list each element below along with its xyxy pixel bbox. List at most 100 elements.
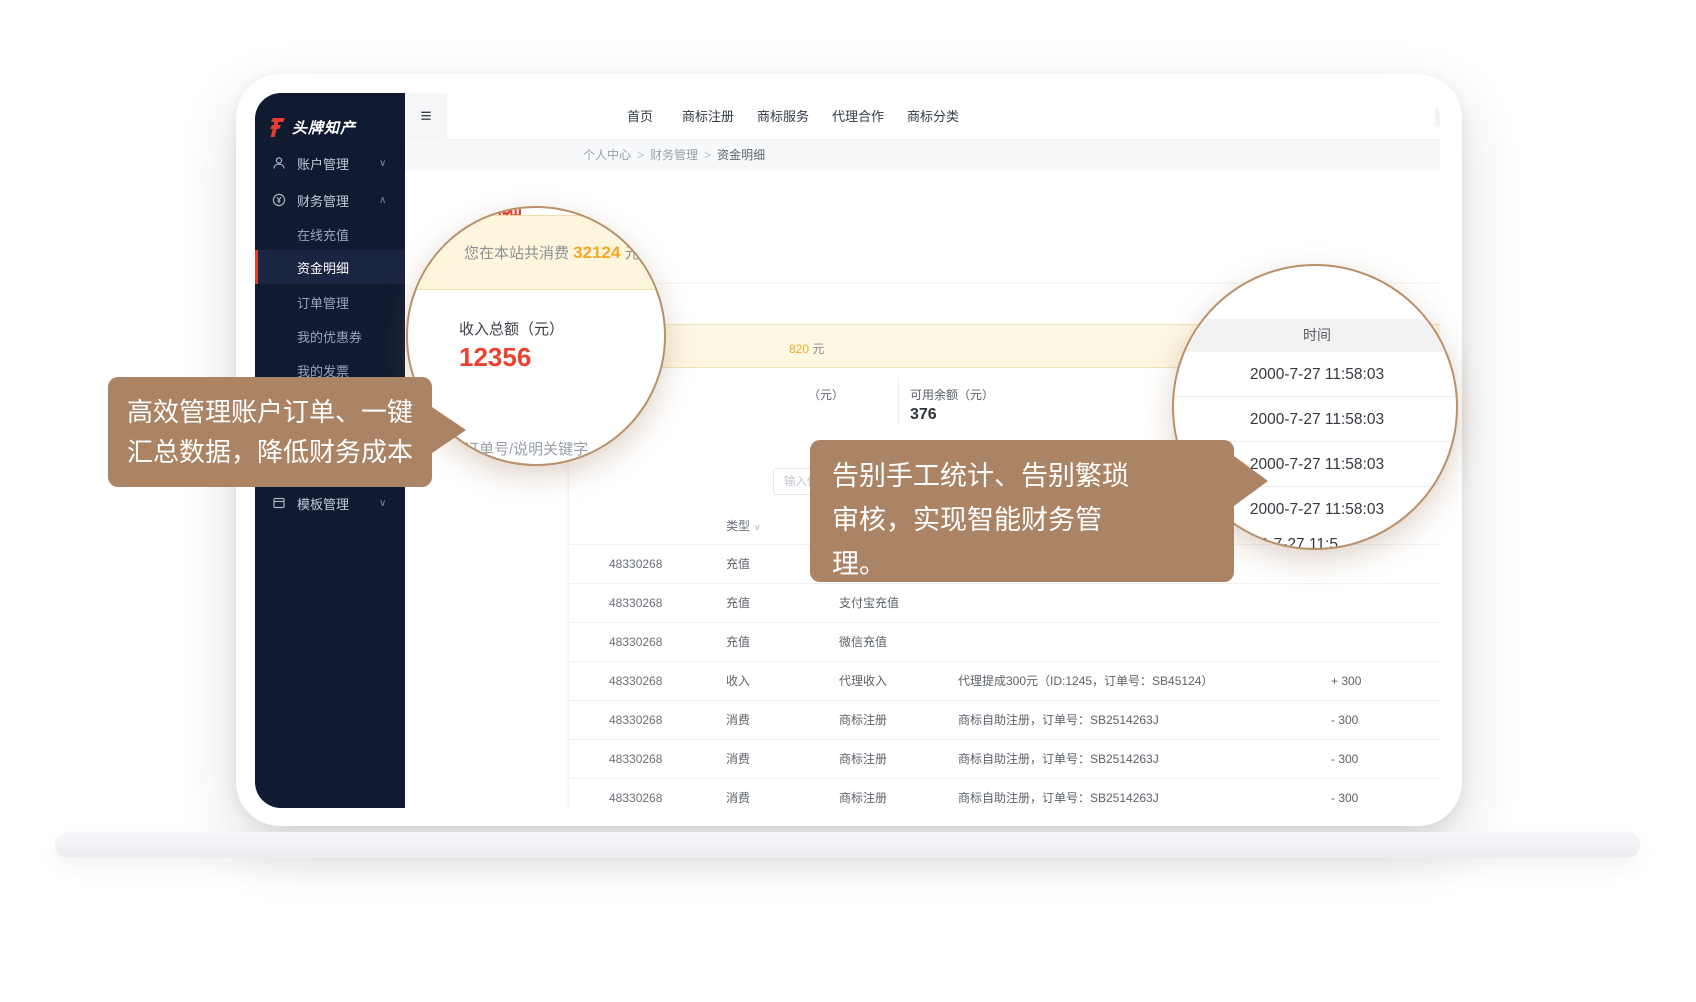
sidebar-item-label: 账户管理: [297, 154, 349, 173]
cell-project: 商标注册: [839, 701, 887, 740]
cell-type: 充值: [726, 623, 750, 662]
callout-arrow-icon: [432, 407, 466, 453]
sort-caret-icon: ∨: [754, 522, 761, 532]
callout-arrow-icon: [1234, 456, 1268, 506]
cell-type: 充值: [726, 584, 750, 623]
nav-link-agent-cooperation[interactable]: 代理合作: [832, 93, 884, 140]
callout-right: 告别手工统计、告别繁琐 审核，实现智能财务管 理。: [810, 440, 1234, 582]
user-icon: [272, 156, 286, 170]
cell-order-number: 48330268: [609, 584, 662, 623]
cell-project: 支付宝充值: [839, 584, 899, 623]
sidebar-item-online-recharge[interactable]: 在线充值: [255, 218, 405, 250]
callout-text-line: 理。: [832, 542, 1212, 586]
cell-amount: + 300: [1331, 662, 1361, 701]
lens-banner-band: 您在本站共消费 32124 元: [406, 215, 666, 290]
cell-project: 代理收入: [839, 662, 887, 701]
nav-link-trademark-services[interactable]: 商标服务: [757, 93, 809, 140]
chevron-down-icon: ∨: [379, 158, 386, 169]
finance-icon: [272, 193, 286, 207]
cell-description: 商标自助注册，订单号：SB2514263J: [958, 779, 1159, 808]
breadcrumb: 个人中心 > 财务管理 > 资金明细: [583, 140, 765, 170]
lens-banner-amount: 32124: [573, 243, 620, 262]
cell-project: 微信充值: [839, 623, 887, 662]
breadcrumb-item[interactable]: 个人中心: [583, 148, 631, 162]
cell-order-number: 48330268: [609, 701, 662, 740]
table-row: 48330268 消费 商标注册 商标自助注册，订单号：SB2514263J -…: [569, 778, 1440, 808]
cell-project: 商标注册: [839, 779, 887, 808]
cell-description: 商标自助注册，订单号：SB2514263J: [958, 701, 1159, 740]
lens-time-value: 2000-7-27 11:58:03: [1174, 352, 1458, 397]
callout-left: 高效管理账户订单、一键 汇总数据，降低财务成本: [108, 377, 432, 487]
lens-income-value: 12356: [459, 342, 531, 373]
table-row: 48330268 充值 微信充值 2000-7-27 11:58:03: [569, 622, 1440, 661]
sidebar-item-account[interactable]: 账户管理 ∨: [255, 147, 405, 179]
sidebar-item-label: 订单管理: [297, 293, 349, 312]
breadcrumb-item-current: 资金明细: [717, 148, 765, 162]
banner-unit: 元: [809, 342, 824, 356]
cell-order-number: 48330268: [609, 545, 662, 584]
lens-time-value: 2000-7-27 11:58:03: [1174, 397, 1458, 442]
cell-project: 商标注册: [839, 740, 887, 779]
sidebar-item-finance[interactable]: 财务管理 ∧: [255, 184, 405, 216]
table-row: 48330268 消费 商标注册 商标自助注册，订单号：SB2514263J -…: [569, 739, 1440, 778]
lens-column-header-fragment: 订单号/说明关键字: [464, 438, 588, 459]
breadcrumb-bar: 个人中心 > 财务管理 > 资金明细: [405, 140, 1440, 170]
lens-income-label: 收入总额（元）: [459, 318, 564, 339]
cell-order-number: 48330268: [609, 779, 662, 808]
callout-text-line: 高效管理账户订单、一键: [127, 392, 413, 432]
stat-label-fragment: （元）: [808, 386, 844, 403]
breadcrumb-item[interactable]: 财务管理: [650, 148, 698, 162]
cell-type: 消费: [726, 701, 750, 740]
callout-text-line: 审核，实现智能财务管: [832, 498, 1212, 542]
banner-text: 820 元: [789, 340, 824, 357]
chevron-up-icon: ∧: [379, 195, 386, 206]
cell-type: 消费: [726, 740, 750, 779]
hamburger-menu-icon[interactable]: ≡: [405, 93, 447, 140]
chevron-down-icon: ∨: [379, 498, 386, 509]
logo-text: 头牌知产: [292, 117, 356, 138]
cell-amount: - 300: [1331, 779, 1358, 808]
sidebar-item-label: 我的优惠券: [297, 327, 362, 346]
sidebar-item-label: 资金明细: [297, 258, 349, 277]
sidebar-item-label: 模板管理: [297, 494, 349, 513]
cell-type: 消费: [726, 779, 750, 808]
search-input[interactable]: [1435, 106, 1440, 127]
nav-link-home[interactable]: 首页: [627, 93, 653, 140]
lens-time-header: 时间: [1174, 319, 1458, 352]
nav-link-trademark-category[interactable]: 商标分类: [907, 93, 959, 140]
column-header-type[interactable]: 类型∨: [726, 517, 761, 534]
logo-icon: [270, 118, 287, 137]
sidebar-item-templates[interactable]: 模板管理 ∨: [255, 487, 405, 519]
lens-banner-text: 您在本站共消费 32124 元: [464, 242, 640, 263]
cell-amount: - 300: [1331, 701, 1358, 740]
cell-description: 代理提成300元（ID:1245，订单号：SB45124）: [958, 662, 1213, 701]
sidebar-item-order-management[interactable]: 订单管理: [255, 286, 405, 318]
sidebar-item-funds-detail[interactable]: 资金明细: [255, 250, 405, 284]
table-row: 48330268 收入 代理收入 代理提成300元（ID:1245，订单号：SB…: [569, 661, 1440, 700]
sidebar-item-my-coupons[interactable]: 我的优惠券: [255, 320, 405, 352]
cell-description: 商标自助注册，订单号：SB2514263J: [958, 740, 1159, 779]
logo[interactable]: 头牌知产: [270, 115, 356, 139]
cell-type: 收入: [726, 662, 750, 701]
nav-link-trademark-register[interactable]: 商标注册: [682, 93, 734, 140]
lens-time-partial: 2000-7-27 11:5: [1234, 536, 1338, 550]
cell-type: 充值: [726, 545, 750, 584]
cell-order-number: 48330268: [609, 740, 662, 779]
stat-divider: [898, 377, 899, 424]
cell-order-number: 48330268: [609, 623, 662, 662]
sidebar-item-label: 在线充值: [297, 225, 349, 244]
breadcrumb-separator: >: [637, 148, 644, 162]
top-navbar: ≡ 首页 商标注册 商标服务 代理合作 商标分类: [405, 93, 1440, 140]
page: 头牌知产 账户管理 ∨ 财务管理 ∧ 在线充值 资金明细: [0, 0, 1696, 1002]
template-icon: [272, 496, 286, 510]
sidebar-item-label: 财务管理: [297, 191, 349, 210]
table-row: 48330268 消费 商标注册 商标自助注册，订单号：SB2514263J -…: [569, 700, 1440, 739]
available-balance-label: 可用余额（元）: [910, 386, 994, 403]
banner-saved-amount: 820: [789, 342, 809, 356]
available-balance-value: 376: [910, 406, 937, 424]
cell-amount: - 300: [1331, 740, 1358, 779]
callout-text-line: 汇总数据，降低财务成本: [127, 432, 413, 472]
breadcrumb-separator: >: [704, 148, 711, 162]
cell-order-number: 48330268: [609, 662, 662, 701]
callout-text-line: 告别手工统计、告别繁琐: [832, 454, 1212, 498]
